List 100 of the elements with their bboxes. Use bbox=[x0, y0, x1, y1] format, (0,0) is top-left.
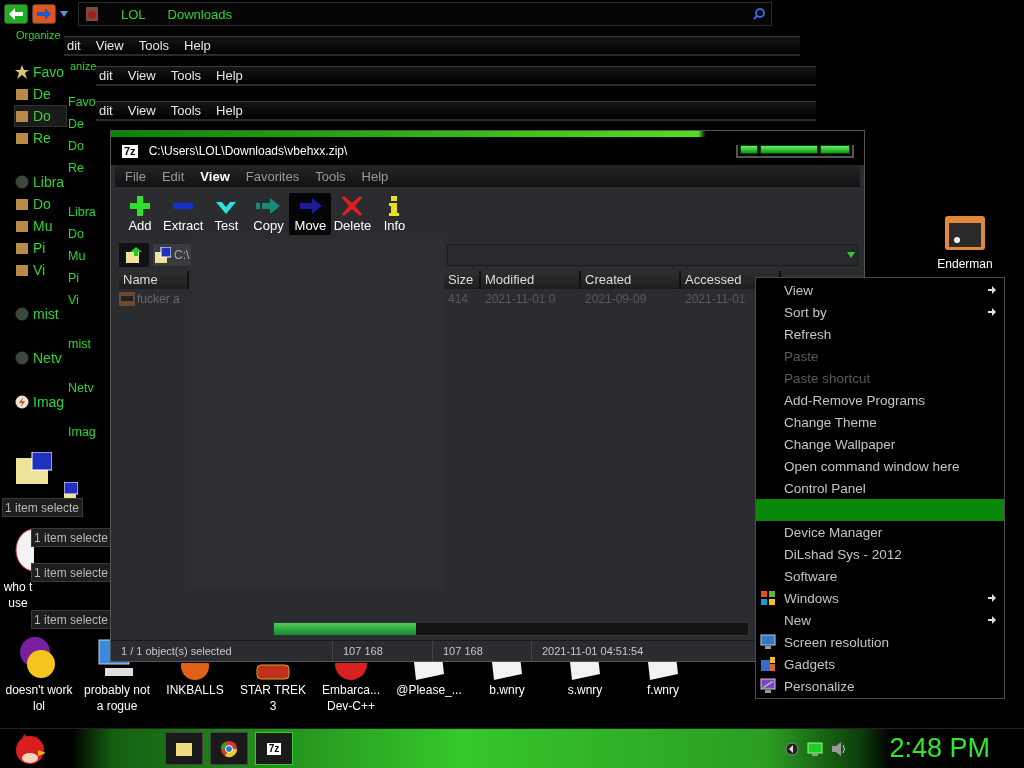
address-bar[interactable]: LOL Downloads bbox=[78, 2, 772, 26]
organize-button[interactable]: Organize bbox=[16, 29, 61, 41]
column-header[interactable]: Name bbox=[119, 271, 189, 289]
menu-item[interactable]: DiLshad Sys - 2012 bbox=[756, 543, 1004, 565]
toolbar-button[interactable]: Delete bbox=[331, 193, 374, 235]
arrow-icon bbox=[298, 195, 323, 216]
nav-item[interactable]: Do bbox=[67, 223, 99, 245]
nav-item[interactable]: mist bbox=[14, 303, 68, 325]
nav-item[interactable]: Do bbox=[67, 135, 99, 157]
taskbar-button[interactable]: 7z bbox=[255, 732, 293, 765]
menu-item[interactable]: Help bbox=[184, 38, 211, 53]
maximize-button[interactable] bbox=[760, 144, 818, 154]
back-button[interactable] bbox=[4, 4, 28, 24]
toolbar-button[interactable]: Copy bbox=[247, 193, 290, 235]
folder-icon bbox=[15, 131, 29, 145]
nav-item[interactable]: Libra bbox=[67, 201, 99, 223]
monitor-icon[interactable] bbox=[807, 741, 824, 756]
clock[interactable]: 2:48 PM bbox=[889, 733, 990, 764]
menu-item[interactable]: Change Wallpaper bbox=[756, 433, 1004, 455]
menu-item[interactable]: New bbox=[756, 609, 1004, 631]
caret-icon bbox=[847, 252, 855, 258]
nav-item[interactable]: De bbox=[14, 83, 68, 105]
menu-item[interactable]: dit bbox=[99, 103, 113, 118]
toolbar-button[interactable]: Info bbox=[373, 193, 416, 235]
nav-item[interactable]: Favo bbox=[67, 91, 99, 113]
menu-item[interactable]: Change Theme bbox=[756, 411, 1004, 433]
nav-item[interactable]: Pi bbox=[67, 267, 99, 289]
nav-item[interactable]: Imag bbox=[14, 391, 68, 413]
menu-item[interactable]: Help bbox=[216, 103, 243, 118]
search-icon[interactable] bbox=[753, 8, 765, 20]
folder-icon bbox=[126, 247, 142, 263]
menu-item[interactable]: Tools bbox=[170, 68, 202, 83]
menu-item[interactable]: File bbox=[125, 168, 146, 184]
breadcrumb-item[interactable]: LOL bbox=[121, 6, 146, 22]
nav-item[interactable]: Imag bbox=[67, 421, 99, 443]
submenu-arrow-icon bbox=[988, 616, 996, 624]
path-field[interactable]: C:\ bbox=[153, 244, 193, 266]
close-button[interactable] bbox=[820, 144, 850, 154]
menu-item[interactable]: Software bbox=[756, 565, 1004, 587]
menu-item[interactable]: View bbox=[127, 68, 156, 83]
menu-item[interactable]: Tools bbox=[315, 168, 346, 184]
breadcrumb-item[interactable]: Downloads bbox=[167, 6, 232, 22]
taskbar-button[interactable] bbox=[165, 732, 203, 765]
menu-item[interactable]: Tools bbox=[138, 38, 170, 53]
menu-item[interactable]: Add-Remove Programs bbox=[756, 389, 1004, 411]
menu-item[interactable]: Device Manager bbox=[756, 521, 1004, 543]
menu-item[interactable]: View bbox=[200, 168, 230, 184]
menu-item[interactable]: Help bbox=[216, 68, 243, 83]
nav-item[interactable]: Vi bbox=[67, 289, 99, 311]
folder-icon bbox=[15, 109, 29, 123]
taskbar-button[interactable] bbox=[210, 732, 248, 765]
nav-item[interactable]: Do bbox=[14, 193, 68, 215]
icon-label: f.wnry bbox=[647, 682, 679, 698]
menu-item[interactable]: Sort by bbox=[756, 301, 1004, 323]
toolbar-button[interactable]: Add bbox=[119, 193, 161, 235]
menu-item[interactable]: Refresh bbox=[756, 323, 1004, 345]
speaker-icon[interactable] bbox=[831, 740, 848, 757]
app-logo: 7z bbox=[121, 143, 139, 159]
up-folder-button[interactable] bbox=[119, 243, 149, 267]
column-header[interactable]: Created bbox=[581, 271, 681, 289]
menu-item[interactable]: Help bbox=[361, 168, 389, 184]
nav-item[interactable]: Do bbox=[14, 105, 68, 127]
file-icon bbox=[119, 292, 135, 306]
toolbar-button[interactable]: Move bbox=[289, 193, 332, 235]
menu-item[interactable]: Favorites bbox=[245, 168, 300, 184]
toolbar-button[interactable]: Test bbox=[205, 193, 248, 235]
nav-item[interactable]: mist bbox=[67, 333, 99, 355]
minimize-button[interactable] bbox=[740, 144, 758, 154]
nav-item[interactable]: Pi bbox=[14, 237, 68, 259]
caret-icon[interactable] bbox=[60, 11, 68, 17]
nav-item[interactable]: Favo bbox=[14, 61, 68, 83]
nav-item[interactable]: Re bbox=[14, 127, 68, 149]
menu-item[interactable]: View bbox=[95, 38, 124, 53]
menu-item[interactable]: Edit bbox=[161, 168, 185, 184]
nav-item[interactable]: Mu bbox=[67, 245, 99, 267]
column-header[interactable]: Modified bbox=[481, 271, 581, 289]
menu-item[interactable]: Tools bbox=[170, 103, 202, 118]
forward-button[interactable] bbox=[32, 4, 56, 24]
nav-item[interactable]: De bbox=[67, 113, 99, 135]
menu-item[interactable]: Control Panel bbox=[756, 477, 1004, 499]
menu-item[interactable]: Windows bbox=[756, 587, 1004, 609]
monitor-icon bbox=[760, 634, 776, 650]
nav-item[interactable]: Netv bbox=[67, 377, 99, 399]
nav-item[interactable]: Vi bbox=[14, 259, 68, 281]
nav-item[interactable]: Mu bbox=[14, 215, 68, 237]
column-header[interactable]: Size bbox=[444, 271, 481, 289]
plus-icon bbox=[130, 195, 150, 216]
toolbar-button[interactable]: Extract bbox=[161, 193, 206, 235]
menu-item[interactable]: dit bbox=[99, 68, 113, 83]
folder-icon bbox=[15, 263, 29, 277]
nav-item[interactable]: Libra bbox=[14, 171, 68, 193]
menu-item[interactable]: View bbox=[127, 103, 156, 118]
status-bar: 1 item selecte bbox=[31, 563, 113, 582]
nav-item[interactable]: Re bbox=[67, 157, 99, 179]
window-title: C:\Users\LOL\Downloads\vbehxx.zip\ bbox=[148, 144, 348, 158]
menu-item[interactable]: Personalize bbox=[756, 675, 1004, 697]
menu-item[interactable]: dit bbox=[67, 38, 81, 53]
menu-item[interactable]: Open command window here bbox=[756, 455, 1004, 477]
nav-item[interactable]: Netv bbox=[14, 347, 68, 369]
organize-button[interactable]: anize bbox=[70, 60, 97, 72]
